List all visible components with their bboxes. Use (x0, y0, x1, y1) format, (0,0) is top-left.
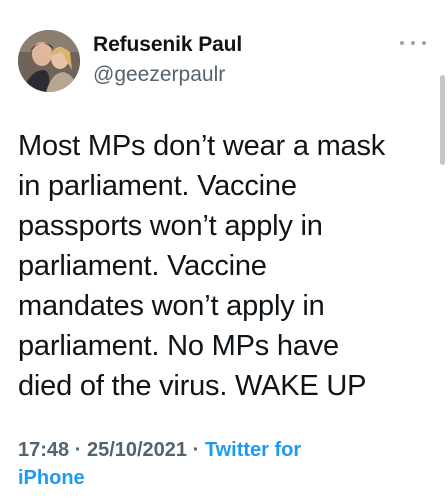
tweet-time[interactable]: 17:48 (18, 439, 69, 461)
tweet-card: Refusenik Paul @geezerpaulr Most MPs don… (0, 0, 448, 500)
dot (411, 41, 415, 45)
tweet-metadata: 17:48 · 25/10/2021 · Twitter for iPhone (18, 436, 428, 492)
tweet-text-line: Most MPs don’t wear a mask (18, 130, 386, 162)
separator: · (74, 439, 82, 461)
tweet-text-line: died of the virus. WAKE UP (18, 370, 367, 402)
tweet-text-line: passports won’t apply in (18, 210, 323, 242)
tweet-text: Most MPs don’t wear a mask in parliament… (18, 126, 428, 406)
tweet-source-link[interactable]: Twitter for (205, 439, 301, 461)
tweet-text-line: mandates won’t apply in (18, 290, 325, 322)
tweet-source-link-continued[interactable]: iPhone (18, 467, 85, 489)
dot (400, 41, 404, 45)
avatar[interactable] (18, 30, 80, 92)
more-options-icon[interactable] (400, 36, 426, 50)
tweet-date[interactable]: 25/10/2021 (87, 439, 187, 461)
user-handle[interactable]: @geezerpaulr (93, 62, 242, 88)
author-block: Refusenik Paul @geezerpaulr (93, 32, 242, 88)
tweet-text-line: parliament. Vaccine (18, 250, 267, 282)
scrollbar[interactable] (440, 75, 445, 165)
tweet-text-line: parliament. No MPs have (18, 330, 339, 362)
separator: · (192, 439, 200, 461)
profile-photo-icon (18, 30, 80, 92)
display-name[interactable]: Refusenik Paul (93, 32, 242, 58)
dot (422, 41, 426, 45)
tweet-text-line: in parliament. Vaccine (18, 170, 297, 202)
